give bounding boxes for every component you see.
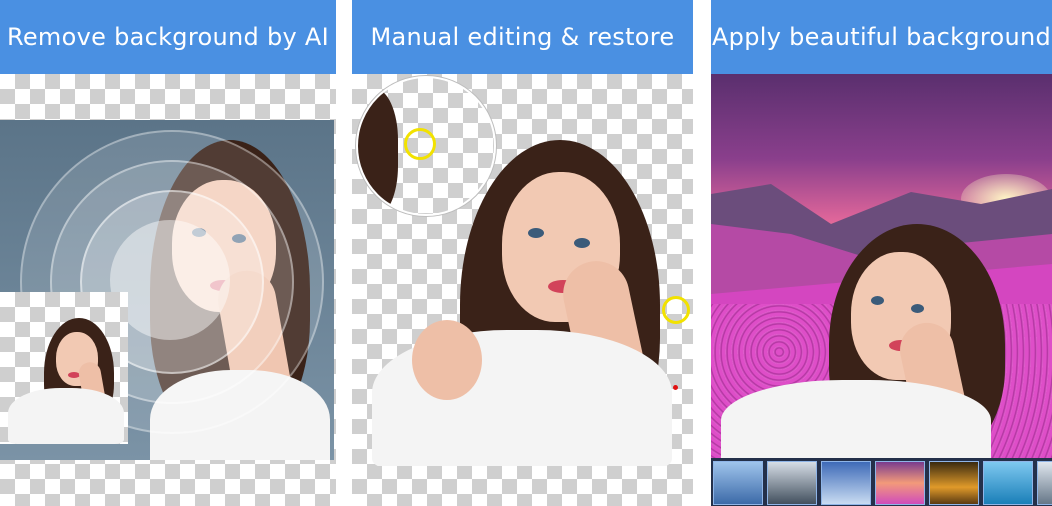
- background-thumb-extra[interactable]: [1037, 461, 1052, 505]
- panel-apply-background: Apply beautiful background: [711, 0, 1052, 506]
- scenic-background: [711, 74, 1052, 460]
- panel-title: Remove background by AI: [0, 0, 336, 74]
- background-thumb-sunset[interactable]: [875, 461, 925, 505]
- background-thumb-mountain[interactable]: [767, 461, 817, 505]
- panel-manual-editing: Manual editing & restore: [352, 0, 693, 506]
- background-thumb-pier[interactable]: [713, 461, 763, 505]
- background-thumb-sea[interactable]: [983, 461, 1033, 505]
- eraser-cursor-icon[interactable]: [662, 296, 690, 324]
- background-thumb-forest-path[interactable]: [929, 461, 979, 505]
- brush-cursor-icon: [404, 128, 436, 160]
- cutout-preview: [0, 292, 128, 444]
- background-thumbnail-strip: [711, 458, 1052, 506]
- panel-title: Apply beautiful background: [711, 0, 1052, 74]
- panel-remove-background: Remove background by AI: [0, 0, 336, 506]
- panel-title: Manual editing & restore: [352, 0, 693, 74]
- brush-dot-icon: [673, 385, 678, 390]
- background-thumb-sky[interactable]: [821, 461, 871, 505]
